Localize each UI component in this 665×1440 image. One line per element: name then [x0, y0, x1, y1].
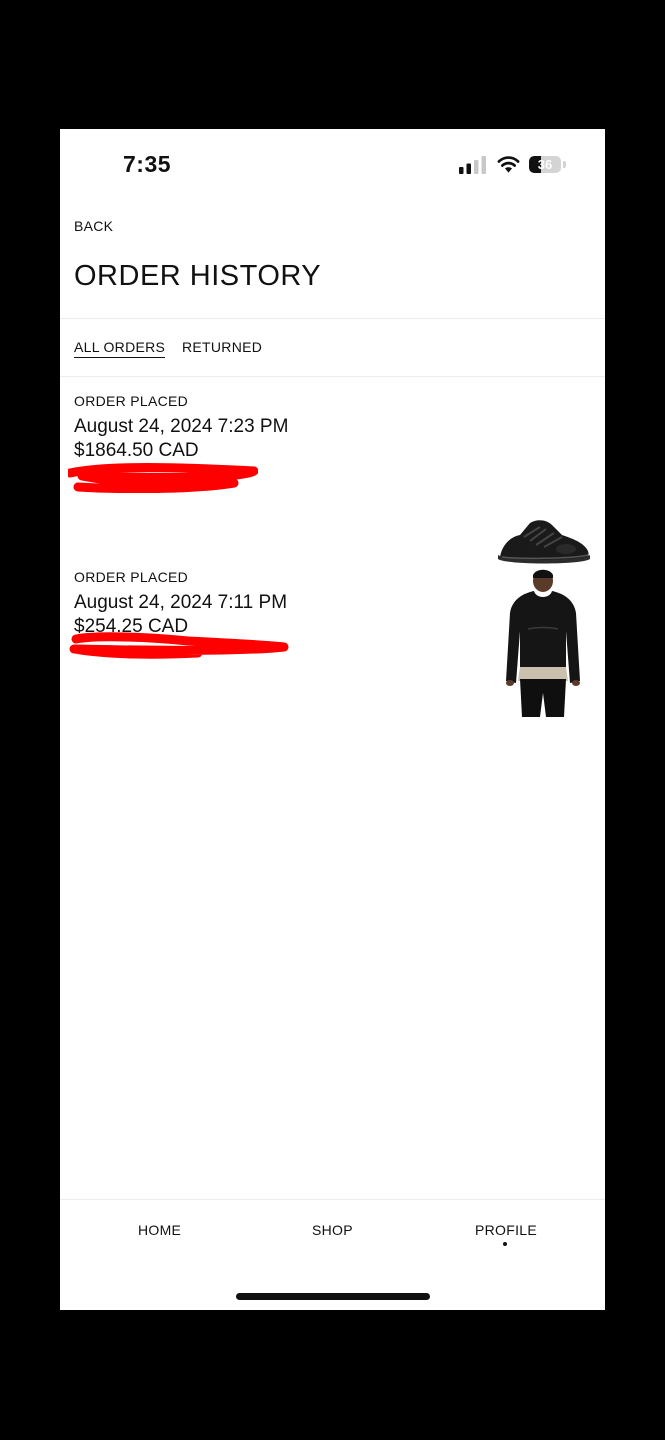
nav-divider	[60, 1199, 605, 1200]
order-total: $1864.50 CAD	[74, 440, 199, 461]
black-hoodie-model-icon	[506, 569, 580, 717]
battery-icon: 36	[529, 156, 567, 174]
order-placed-label: ORDER PLACED	[74, 393, 189, 409]
black-sneaker-icon	[498, 520, 590, 564]
tab-all-orders[interactable]: ALL ORDERS	[74, 339, 166, 358]
tab-returned[interactable]: RETURNED	[182, 339, 262, 355]
order-placed-label: ORDER PLACED	[74, 569, 189, 585]
page-title: ORDER HISTORY	[74, 260, 322, 292]
status-time: 7:35	[123, 151, 172, 177]
wifi-icon	[497, 156, 520, 173]
header-divider	[60, 318, 605, 319]
cellular-signal-icon	[459, 156, 486, 174]
active-nav-indicator	[503, 1242, 507, 1246]
back-button[interactable]: BACK	[74, 218, 113, 234]
nav-home[interactable]: HOME	[138, 1222, 181, 1238]
home-indicator[interactable]	[236, 1293, 430, 1300]
order-date: August 24, 2024 7:23 PM	[74, 416, 289, 437]
order-date: August 24, 2024 7:11 PM	[74, 592, 288, 613]
battery-percentage: 36	[537, 157, 553, 172]
tabs-divider	[60, 376, 605, 377]
app-screen: 7:35 36 BACK ORDER HISTORY ALL ORDERS RE…	[60, 129, 605, 1310]
nav-shop[interactable]: SHOP	[312, 1222, 353, 1238]
order-number-redaction	[69, 632, 289, 659]
nav-profile[interactable]: PROFILE	[475, 1222, 537, 1238]
order-number-redaction	[68, 463, 258, 493]
